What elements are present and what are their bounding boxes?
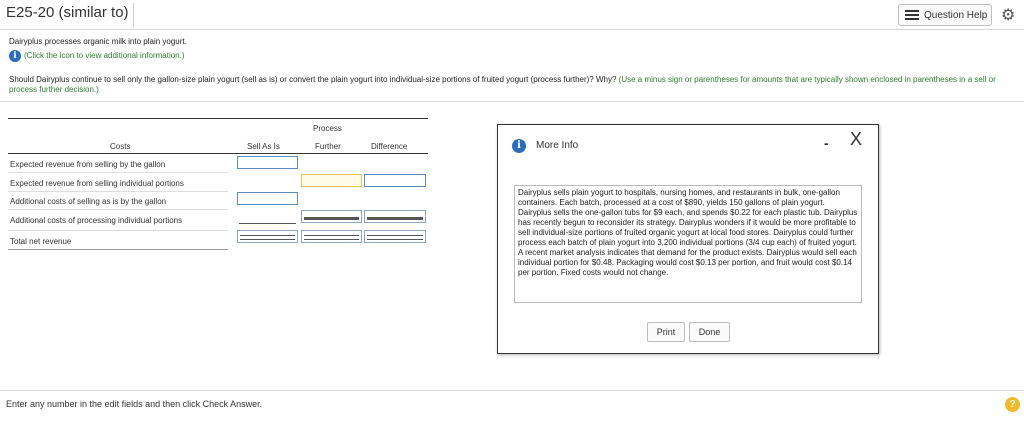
input-sell-cost-processing[interactable]	[237, 213, 298, 226]
footer-instruction: Enter any number in the edit fields and …	[6, 399, 263, 409]
row-label-total-net-revenue: Total net revenue	[10, 237, 72, 246]
row-label-revenue-gallon: Expected revenue from selling by the gal…	[10, 160, 166, 169]
row-label-cost-sell-as-is: Additional costs of selling as is by the…	[10, 197, 167, 206]
section-divider	[0, 101, 1024, 102]
info-link-text[interactable]: (Click the icon to view additional infor…	[24, 51, 185, 60]
top-bar	[0, 0, 1024, 30]
list-icon	[905, 10, 919, 20]
dialog-text: Dairyplus sells plain yogurt to hospital…	[514, 185, 862, 303]
more-info-dialog: i More Info - X Dairyplus sells plain yo…	[497, 124, 879, 354]
question-help-button[interactable]: Question Help	[898, 4, 992, 26]
input-further-revenue-portions[interactable]	[301, 174, 362, 187]
input-difference-revenue[interactable]	[364, 174, 426, 187]
header-process: Process	[313, 124, 342, 133]
input-further-cost-processing[interactable]	[301, 210, 362, 223]
input-difference-total[interactable]	[364, 230, 426, 243]
gear-icon[interactable]: ⚙	[1001, 5, 1015, 25]
title-divider	[133, 3, 134, 27]
intro-text: Dairyplus processes organic milk into pl…	[9, 37, 187, 46]
input-sell-cost[interactable]	[237, 192, 298, 205]
header-sell-as-is: Sell As Is	[247, 142, 280, 151]
help-icon[interactable]: ?	[1005, 397, 1020, 412]
row-label-revenue-portions: Expected revenue from selling individual…	[10, 179, 184, 188]
header-costs: Costs	[110, 142, 131, 151]
minimize-icon[interactable]: -	[824, 135, 829, 151]
question-help-label: Question Help	[924, 9, 988, 21]
dialog-title: More Info	[536, 140, 579, 151]
input-sell-total[interactable]	[237, 230, 298, 243]
print-button[interactable]: Print	[647, 322, 685, 342]
input-sell-revenue-gallon[interactable]	[237, 156, 298, 169]
row-separator	[8, 191, 228, 192]
row-separator	[8, 230, 228, 231]
row-separator	[8, 172, 228, 173]
question-body: Should Dairyplus continue to sell only t…	[9, 75, 617, 84]
question-text: Should Dairyplus continue to sell only t…	[9, 75, 1014, 95]
input-difference-cost[interactable]	[364, 210, 426, 223]
header-further: Further	[315, 142, 341, 151]
close-icon[interactable]: X	[850, 129, 862, 150]
header-difference: Difference	[371, 142, 408, 151]
row-label-cost-process-further: Additional costs of processing individua…	[10, 216, 183, 225]
table-top-rule	[8, 118, 428, 119]
table-bottom-rule	[8, 249, 228, 250]
info-icon: i	[512, 139, 526, 153]
done-button[interactable]: Done	[689, 322, 730, 342]
input-further-total[interactable]	[301, 230, 362, 243]
info-icon[interactable]: i	[9, 50, 21, 62]
row-separator	[8, 209, 228, 210]
table-header-rule	[8, 153, 428, 154]
page-title: E25-20 (similar to)	[6, 4, 129, 21]
